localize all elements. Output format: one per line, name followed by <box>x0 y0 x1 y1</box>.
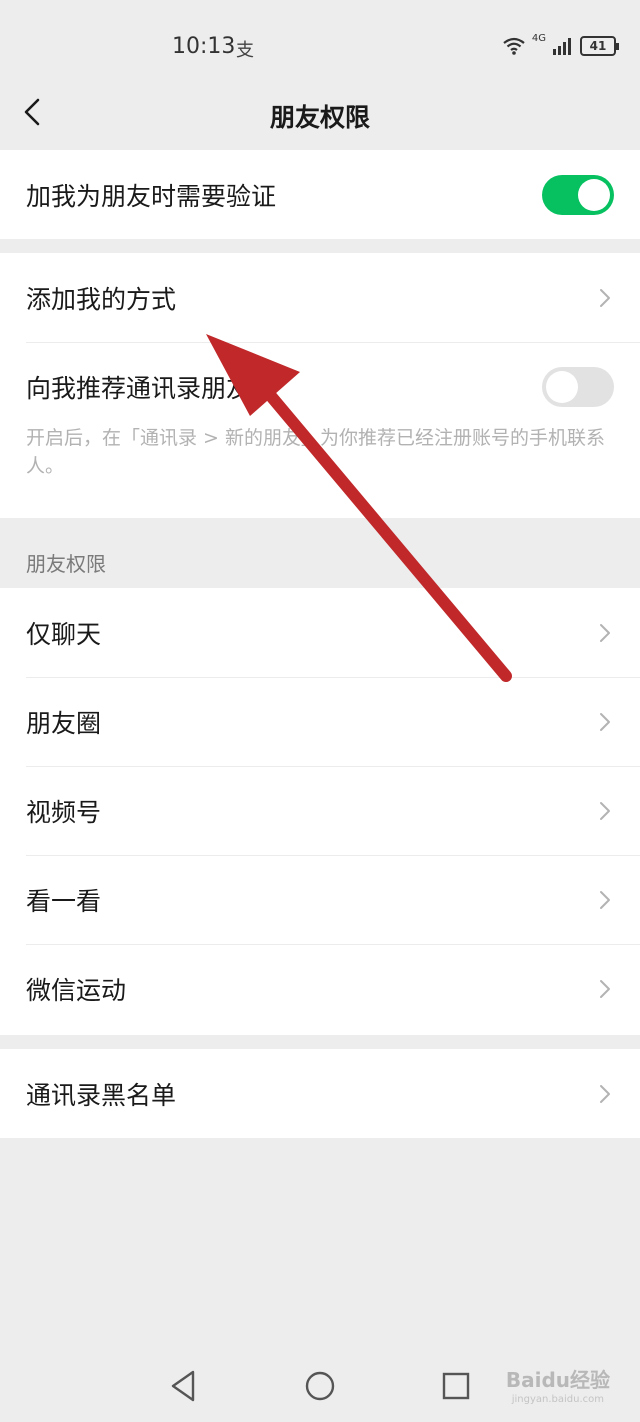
wifi-icon <box>503 37 525 55</box>
nav-bar: 朋友权限 <box>0 84 640 144</box>
chevron-right-icon <box>600 1084 610 1103</box>
status-time: 10:13 <box>172 34 236 59</box>
chevron-right-icon <box>600 288 610 307</box>
chevron-right-icon <box>600 890 610 909</box>
permission-item-label: 视频号 <box>26 797 102 827</box>
blacklist-label: 通讯录黑名单 <box>26 1080 177 1110</box>
baidu-watermark-url: jingyan.baidu.com <box>511 1394 604 1405</box>
battery-icon: 41 <box>580 36 619 56</box>
verify-toggle[interactable] <box>542 174 614 215</box>
verify-row: 加我为朋友时需要验证 <box>0 150 640 239</box>
permission-item-label: 仅聊天 <box>26 619 102 649</box>
blacklist-card: 通讯录黑名单 <box>0 1049 640 1138</box>
nav-back-triangle-icon[interactable] <box>168 1368 198 1404</box>
status-bar: 10:13 支 4G 41 <box>0 0 640 92</box>
recommend-description: 开启后，在「通讯录 > 新的朋友」为你推荐已经注册账号的手机联系人。 <box>26 427 606 477</box>
verify-label: 加我为朋友时需要验证 <box>26 181 277 211</box>
permission-item-label: 朋友圈 <box>26 708 102 738</box>
permission-item-moments[interactable]: 朋友圈 <box>0 677 640 766</box>
nav-home-circle-icon[interactable] <box>304 1368 336 1404</box>
chevron-right-icon <box>600 712 610 731</box>
blacklist-row[interactable]: 通讯录黑名单 <box>0 1049 640 1138</box>
permissions-card: 仅聊天 朋友圈 视频号 看一看 微信运动 <box>0 588 640 1035</box>
section-header: 朋友权限 <box>26 552 106 576</box>
baidu-watermark: Baidu经验 <box>505 1368 610 1392</box>
chevron-right-icon <box>600 801 610 820</box>
status-indicators: 4G 41 <box>502 32 619 56</box>
permission-item-top-stories[interactable]: 看一看 <box>0 855 640 944</box>
permission-item-chat-only[interactable]: 仅聊天 <box>0 588 640 677</box>
nav-recents-square-icon[interactable] <box>440 1368 472 1404</box>
battery-level: 41 <box>589 39 607 53</box>
permission-item-channels[interactable]: 视频号 <box>0 766 640 855</box>
permission-item-label: 看一看 <box>26 886 102 916</box>
add-methods-label: 添加我的方式 <box>26 284 177 314</box>
permission-item-label: 微信运动 <box>26 975 127 1005</box>
recommend-toggle[interactable] <box>542 366 614 407</box>
page-title: 朋友权限 <box>269 103 370 132</box>
chevron-right-icon <box>600 623 610 642</box>
verify-card: 加我为朋友时需要验证 <box>0 150 640 239</box>
recommend-label: 向我推荐通讯录朋友 <box>26 373 252 403</box>
chevron-right-icon <box>600 979 610 998</box>
toggle-knob <box>578 178 610 211</box>
add-methods-row[interactable]: 添加我的方式 <box>0 253 640 342</box>
recommend-row: 向我推荐通讯录朋友 <box>0 342 640 431</box>
alipay-status-icon: 支 <box>236 40 254 61</box>
toggle-knob <box>546 370 578 403</box>
network-type-label: 4G <box>531 32 546 44</box>
signal-icon <box>553 38 571 55</box>
permission-item-werun[interactable]: 微信运动 <box>0 944 640 1033</box>
